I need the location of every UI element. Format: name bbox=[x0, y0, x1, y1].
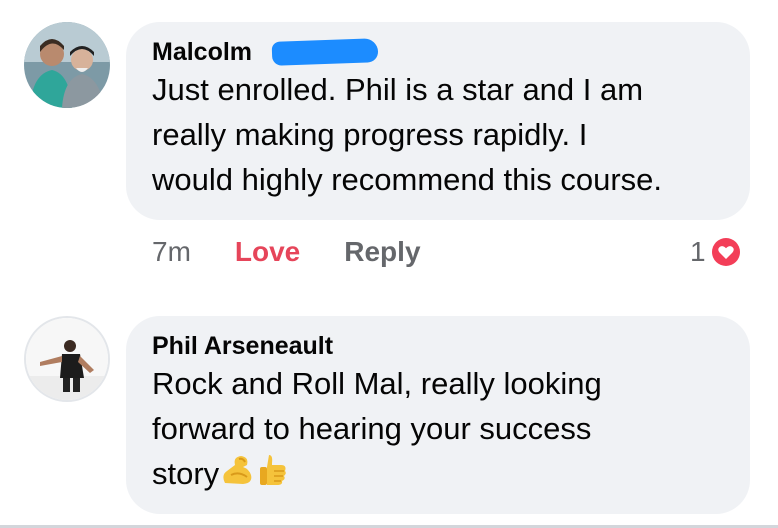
comment-text-line-with-emoji: story bbox=[152, 451, 750, 499]
comment-author[interactable]: Phil Arseneault bbox=[152, 332, 333, 361]
avatar-phil[interactable] bbox=[24, 316, 110, 402]
avatar-photo-icon bbox=[26, 318, 108, 400]
comment-text-fragment: story bbox=[152, 456, 220, 491]
thumbs-up-icon bbox=[257, 453, 289, 499]
comment-2: Phil Arseneault Rock and Roll Mal, reall… bbox=[0, 0, 778, 528]
flexed-biceps-icon bbox=[219, 453, 257, 499]
comment-text-line: forward to hearing your success bbox=[152, 411, 592, 446]
comment-text-line: Rock and Roll Mal, really looking bbox=[152, 366, 602, 401]
comment-bubble: Phil Arseneault Rock and Roll Mal, reall… bbox=[126, 316, 750, 514]
